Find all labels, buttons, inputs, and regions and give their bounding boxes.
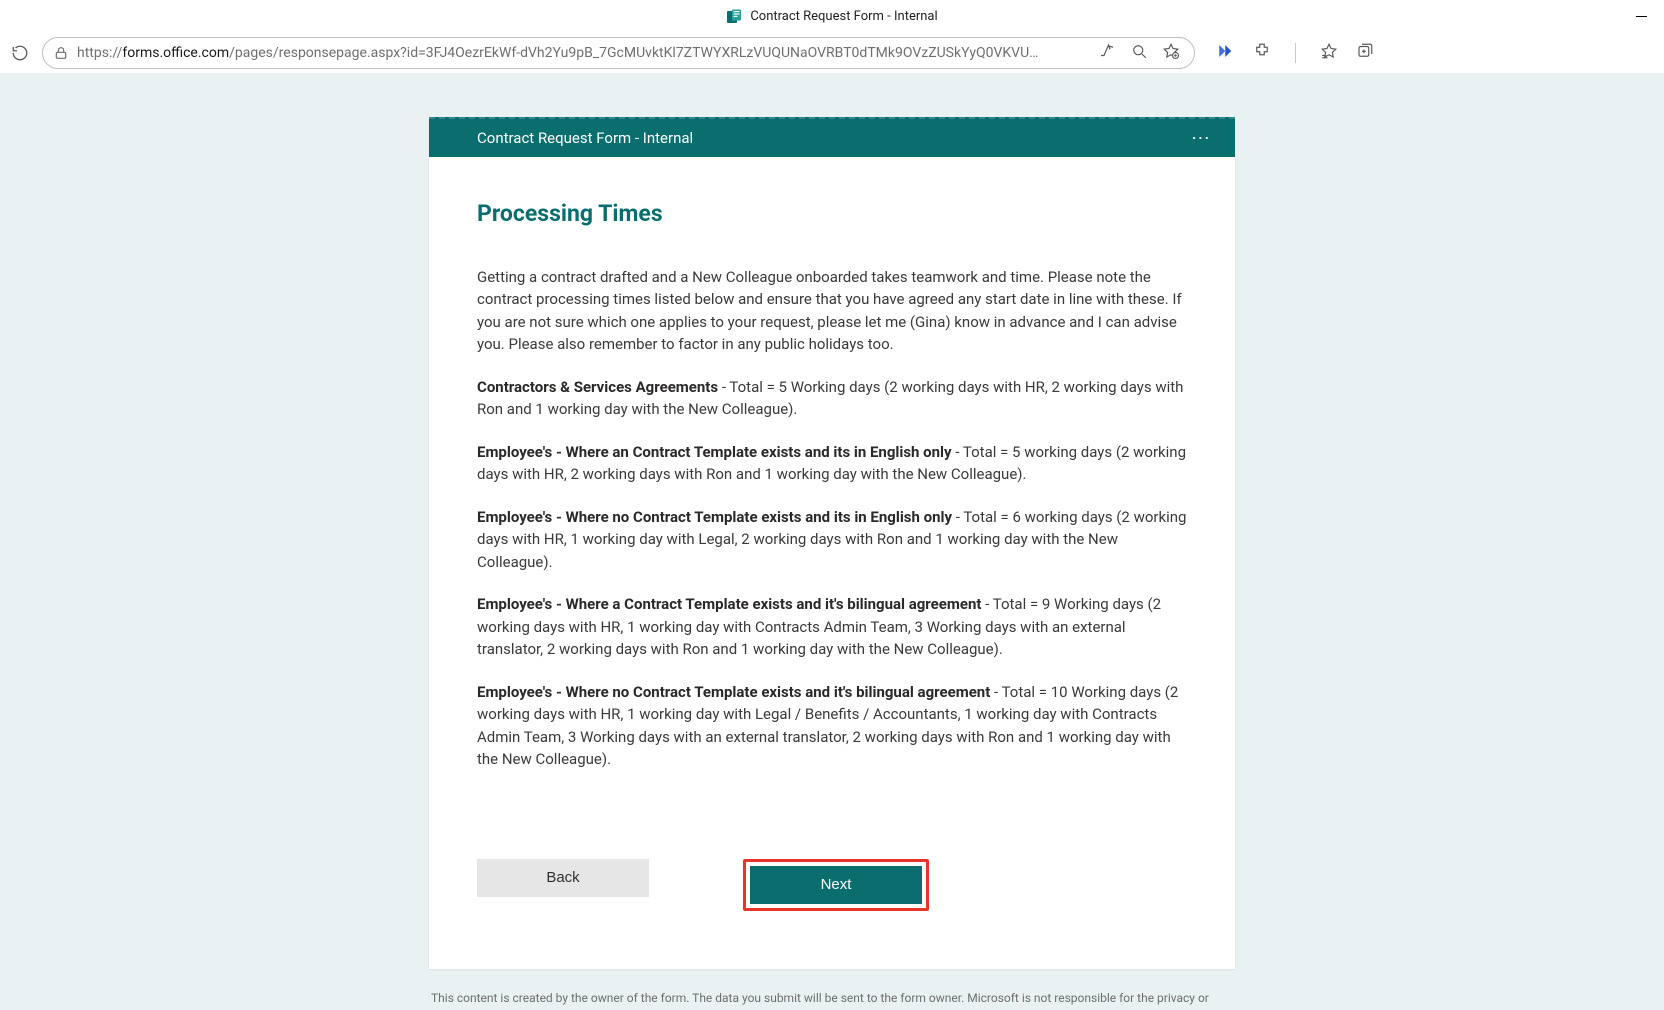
processing-item-label: Employee's - Where a Contract Template e… — [477, 595, 981, 613]
address-url: https://forms.office.com/pages/responsep… — [77, 45, 1090, 61]
form-actions: Back Next — [429, 859, 1235, 969]
processing-item: Employee's - Where no Contract Template … — [477, 681, 1187, 771]
collections-icon[interactable] — [1356, 42, 1374, 64]
form-body: Processing Times Getting a contract draf… — [429, 157, 1235, 825]
intro-paragraph: Getting a contract drafted and a New Col… — [477, 266, 1187, 356]
back-button[interactable]: Back — [477, 859, 649, 897]
processing-item-label: Contractors & Services Agreements — [477, 378, 718, 396]
form-header: Contract Request Form - Internal ··· — [429, 117, 1235, 157]
form-card: Contract Request Form - Internal ··· Pro… — [429, 117, 1235, 969]
power-automate-icon[interactable] — [1217, 42, 1235, 64]
url-host: forms.office.com — [122, 45, 229, 61]
form-header-title: Contract Request Form - Internal — [477, 129, 693, 147]
url-path: /pages/responsepage.aspx?id=3FJ4OezrEkWf… — [229, 45, 1038, 61]
processing-item-label: Employee's - Where an Contract Template … — [477, 443, 952, 461]
forms-app-icon — [726, 9, 742, 25]
refresh-button[interactable] — [6, 39, 34, 67]
lock-icon — [53, 45, 69, 61]
form-more-button[interactable]: ··· — [1192, 129, 1211, 147]
processing-item: Employee's - Where an Contract Template … — [477, 441, 1187, 486]
window-title: Contract Request Form - Internal — [750, 9, 937, 24]
favorites-list-icon[interactable] — [1320, 42, 1338, 64]
processing-item: Employee's - Where a Contract Template e… — [477, 593, 1187, 661]
url-scheme: https:// — [77, 45, 122, 61]
favorite-add-icon[interactable] — [1162, 42, 1180, 64]
processing-item: Contractors & Services Agreements - Tota… — [477, 376, 1187, 421]
toolbar-divider — [1295, 43, 1296, 63]
processing-item: Employee's - Where no Contract Template … — [477, 506, 1187, 574]
next-button[interactable]: Next — [750, 866, 922, 904]
window-titlebar: Contract Request Form - Internal — [0, 0, 1664, 33]
zoom-icon[interactable] — [1130, 42, 1148, 64]
extensions-icon[interactable] — [1253, 42, 1271, 64]
section-title: Processing Times — [477, 197, 1187, 232]
address-bar[interactable]: https://forms.office.com/pages/responsep… — [42, 37, 1195, 69]
page-viewport: Contract Request Form - Internal ··· Pro… — [0, 73, 1664, 1010]
browser-toolbar: https://forms.office.com/pages/responsep… — [0, 33, 1664, 73]
window-minimize-button[interactable] — [1618, 0, 1664, 33]
processing-item-label: Employee's - Where no Contract Template … — [477, 683, 990, 701]
form-disclaimer: This content is created by the owner of … — [429, 989, 1235, 1010]
highlight-frame: Next — [743, 859, 929, 911]
processing-item-label: Employee's - Where no Contract Template … — [477, 508, 952, 526]
read-aloud-icon[interactable] — [1098, 42, 1116, 64]
